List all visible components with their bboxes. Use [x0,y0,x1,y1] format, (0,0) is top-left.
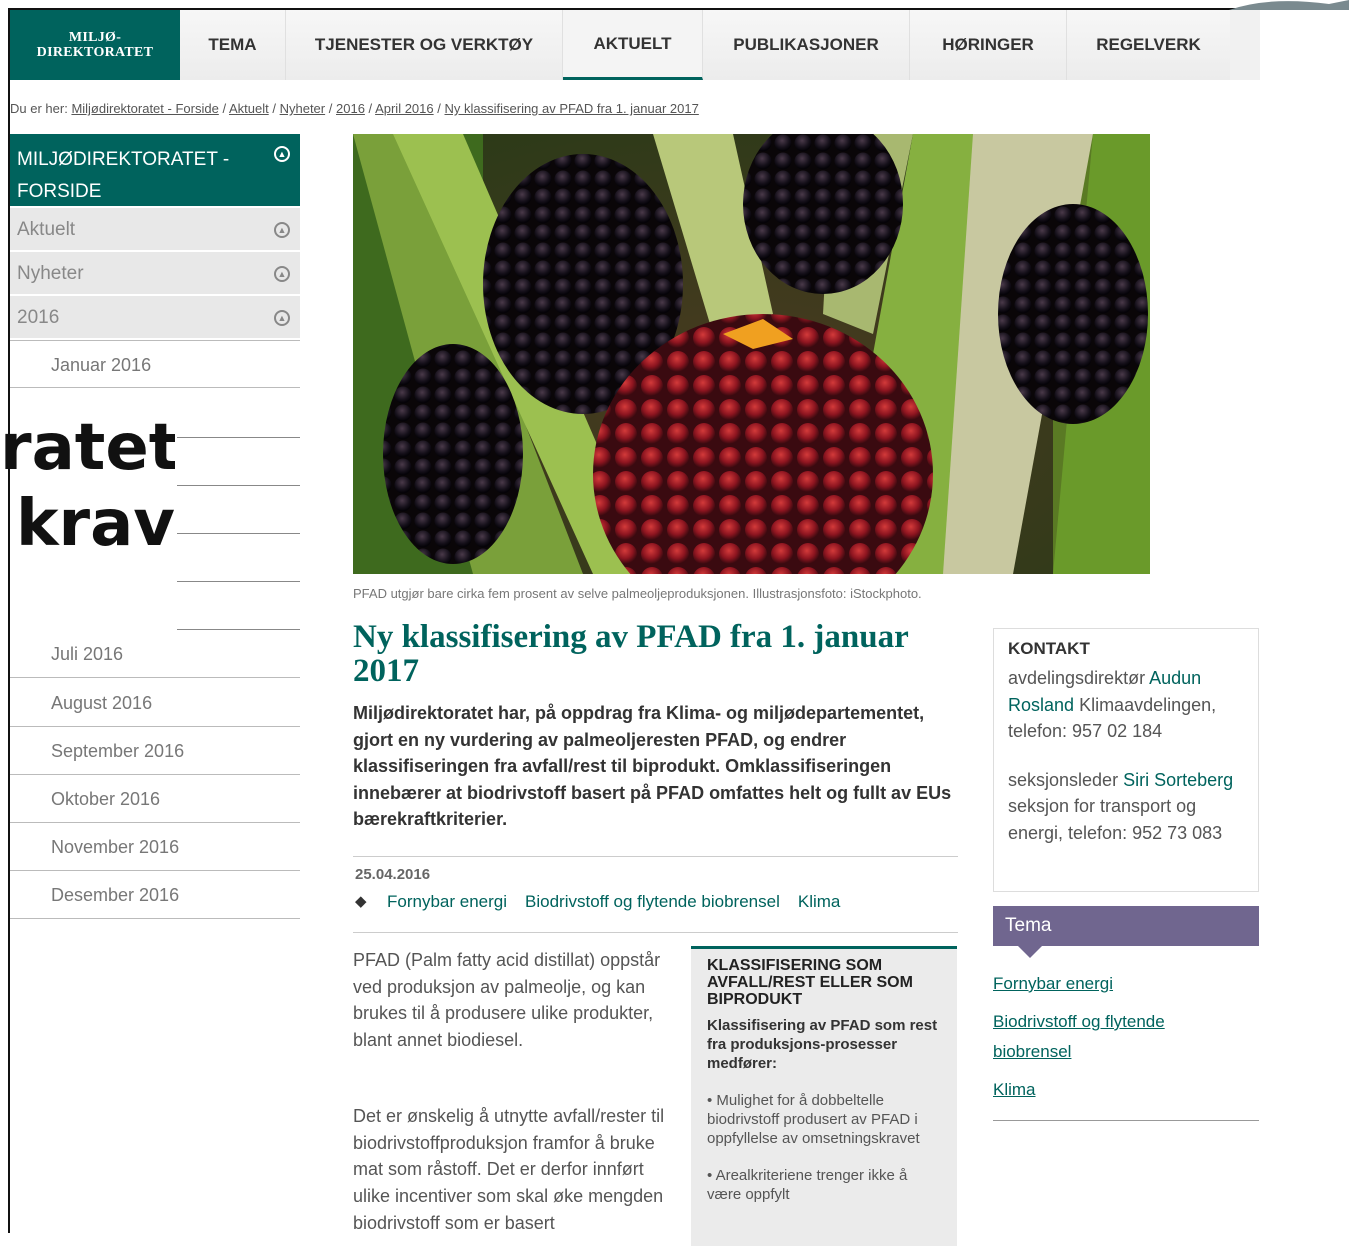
site-logo[interactable]: MILJØ- DIREKTORATET [10,10,180,80]
sidebar-item-juli-2016[interactable]: Juli 2016 [10,630,300,678]
expand-icon[interactable]: ▲ [274,310,290,326]
contact-box: KONTAKT avdelingsdirektør Audun Rosland … [993,628,1259,892]
sidebar-item-forside[interactable]: MILJØDIREKTORATET - FORSIDE ▲ [10,134,300,206]
logo-line-2: DIREKTORATET [36,45,154,60]
expand-icon[interactable]: ▲ [274,146,290,162]
breadcrumb: Du er her: Miljødirektoratet - Forside /… [10,101,699,116]
divider [177,437,300,438]
sidebar-item-september-2016[interactable]: September 2016 [10,727,300,775]
overlay-heading-fragment: ratet krav [0,411,175,561]
main-navigation: MILJØ- DIREKTORATET TEMA TJENESTER OG VE… [10,10,1260,80]
sidebar-item-desember-2016[interactable]: Desember 2016 [10,871,300,919]
breadcrumb-link-current[interactable]: Ny klassifisering av PFAD fra 1. januar … [445,101,699,116]
contact-heading: KONTAKT [1008,639,1090,658]
tag-link-fornybar-energi[interactable]: Fornybar energi [387,892,507,912]
hero-image-palm-fruit [353,134,1150,574]
fact-box-title: KLASSIFISERING SOM AVFALL/REST ELLER SOM… [707,957,913,1008]
nav-aktuelt[interactable]: AKTUELT [563,10,703,80]
article-date: 25.04.2016 [355,866,431,883]
sidebar-item-januar-2016[interactable]: Januar 2016 [10,340,300,388]
contact-person-1: avdelingsdirektør Audun Rosland Klimaavd… [1008,668,1217,741]
article-paragraph-1: PFAD (Palm fatty acid distillat) oppstår… [353,950,661,1051]
divider [177,533,300,534]
fact-box-item: • Mulighet for å dobbeltelle biodrivstof… [707,1092,920,1147]
contact-link-siri-sorteberg[interactable]: Siri Sorteberg [1123,770,1233,790]
logo-line-1: MILJØ- [68,30,122,45]
nav-publikasjoner[interactable]: PUBLIKASJONER [703,10,910,80]
sidebar-item-aktuelt[interactable]: Aktuelt ▲ [10,208,300,252]
sidebar-item-label: 2016 [17,307,60,328]
tema-link-fornybar-energi[interactable]: Fornybar energi [993,969,1113,999]
sidebar-item-label: Nyheter [17,263,84,284]
breadcrumb-prefix: Du er her: [10,101,68,116]
divider [177,485,300,486]
fact-box-subtitle: Klassifisering av PFAD som rest fra prod… [707,1017,938,1072]
breadcrumb-link-2016[interactable]: 2016 [336,101,365,116]
expand-icon[interactable]: ▲ [274,266,290,282]
corner-graphic [1229,0,1349,10]
divider [353,856,958,857]
sidebar-item-label: Aktuelt [17,219,76,240]
nav-tjenester-og-verktoy[interactable]: TJENESTER OG VERKTØY [286,10,563,80]
breadcrumb-link-forside[interactable]: Miljødirektoratet - Forside [71,101,218,116]
article-lead: Miljødirektoratet har, på oppdrag fra Kl… [353,703,952,829]
sidebar-home-label: MILJØDIREKTORATET - FORSIDE [17,149,230,202]
fact-box: KLASSIFISERING SOM AVFALL/REST ELLER SOM… [691,946,957,1246]
breadcrumb-link-nyheter[interactable]: Nyheter [280,101,326,116]
breadcrumb-link-april-2016[interactable]: April 2016 [375,101,434,116]
article-paragraph-2: Det er ønskelig å utnytte avfall/rester … [353,1106,665,1233]
sidebar-item-nyheter[interactable]: Nyheter ▲ [10,252,300,296]
tag-link-biodrivstoff[interactable]: Biodrivstoff og flytende biobrensel [525,892,780,912]
sidebar-item-august-2016[interactable]: August 2016 [10,679,300,727]
tag-icon: ◆ [355,893,367,910]
breadcrumb-link-aktuelt[interactable]: Aktuelt [229,101,269,116]
tema-link-biodrivstoff[interactable]: Biodrivstoff og flytende biobrensel [993,1007,1193,1067]
nav-horinger[interactable]: HØRINGER [910,10,1067,80]
article-tags: ◆ Fornybar energi Biodrivstoff og flyten… [355,892,840,912]
expand-icon[interactable]: ▲ [274,222,290,238]
contact-person-2: seksjonsleder Siri Sorteberg seksjon for… [1008,769,1234,843]
tema-pointer-icon [1018,946,1042,958]
fact-box-item: • Arealkriteriene trenger ikke å være op… [707,1167,908,1203]
tema-heading: Tema [993,906,1259,946]
sidebar-item-november-2016[interactable]: November 2016 [10,823,300,871]
sidebar-item-oktober-2016[interactable]: Oktober 2016 [10,775,300,823]
tag-link-klima[interactable]: Klima [798,892,841,912]
nav-tema[interactable]: TEMA [180,10,286,80]
divider [993,1120,1259,1121]
divider [177,581,300,582]
nav-regelverk[interactable]: REGELVERK [1067,10,1230,80]
hero-caption: PFAD utgjør bare cirka fem prosent av se… [353,586,922,601]
tema-link-klima[interactable]: Klima [993,1075,1036,1105]
divider [353,932,958,933]
sidebar-item-2016[interactable]: 2016 ▲ [10,296,300,340]
article-title: Ny klassifisering av PFAD fra 1. januar … [353,619,909,689]
